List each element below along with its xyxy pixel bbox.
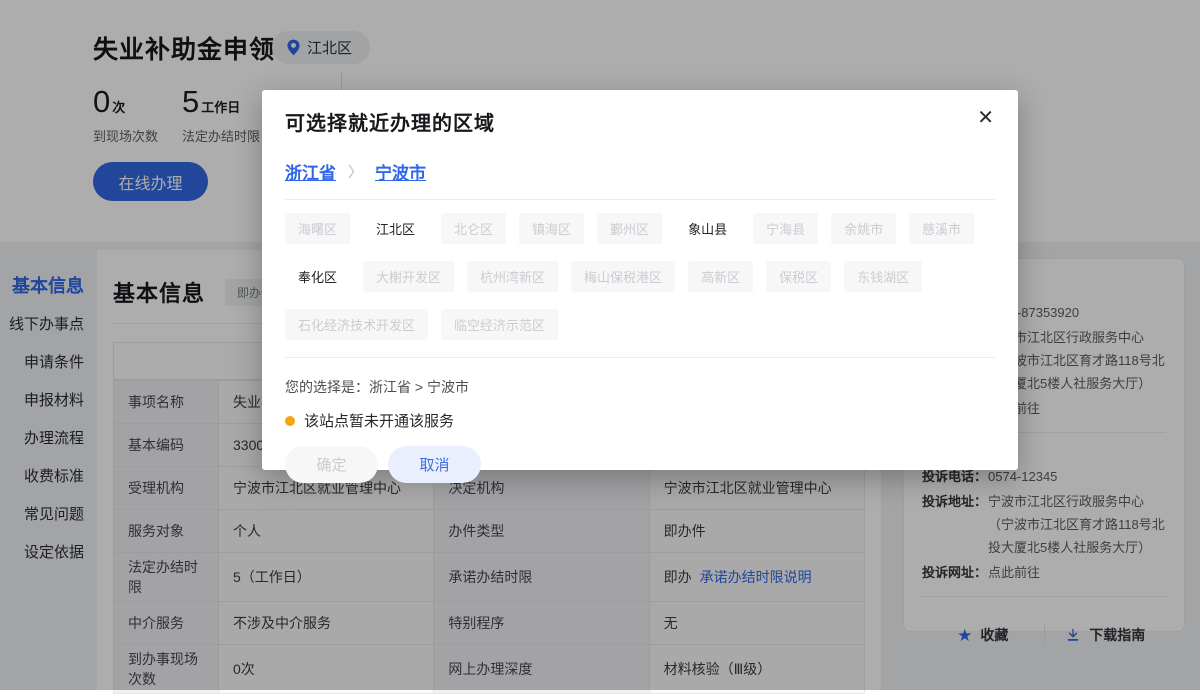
district-button-余姚市: 余姚市 — [831, 213, 896, 244]
district-button-宁海县: 宁海县 — [753, 213, 818, 244]
district-button-象山县[interactable]: 象山县 — [675, 213, 740, 244]
district-button-奉化区[interactable]: 奉化区 — [285, 261, 350, 292]
district-row-0: 海曙区江北区北仑区镇海区鄞州区象山县宁海县余姚市慈溪市 — [285, 213, 995, 244]
selection-text: 您的选择是：浙江省 > 宁波市 — [285, 377, 995, 397]
district-button-石化经济技术开发区: 石化经济技术开发区 — [285, 309, 428, 340]
warning-line: 该站点暂未开通该服务 — [285, 410, 995, 431]
confirm-button[interactable]: 确定 — [285, 446, 378, 483]
breadcrumb-separator: 〉 — [348, 161, 363, 182]
modal-divider-top — [285, 199, 995, 200]
modal-divider-bottom — [285, 357, 995, 358]
close-icon[interactable]: ✕ — [973, 104, 998, 132]
district-button-鄞州区: 鄞州区 — [597, 213, 662, 244]
warning-text: 该站点暂未开通该服务 — [304, 410, 454, 431]
district-button-保税区: 保税区 — [766, 261, 831, 292]
cancel-button[interactable]: 取消 — [388, 446, 481, 483]
district-button-梅山保税港区: 梅山保税港区 — [571, 261, 675, 292]
breadcrumb-province-link[interactable]: 浙江省 — [285, 159, 336, 184]
district-button-大榭开发区: 大榭开发区 — [363, 261, 454, 292]
district-button-海曙区: 海曙区 — [285, 213, 350, 244]
breadcrumb-city-link[interactable]: 宁波市 — [375, 159, 426, 184]
area-breadcrumb: 浙江省 〉 宁波市 — [285, 159, 995, 184]
district-button-杭州湾新区: 杭州湾新区 — [467, 261, 558, 292]
district-grid: 海曙区江北区北仑区镇海区鄞州区象山县宁海县余姚市慈溪市奉化区大榭开发区杭州湾新区… — [285, 213, 995, 340]
warning-dot-icon — [285, 416, 295, 426]
district-row-2: 石化经济技术开发区临空经济示范区 — [285, 309, 995, 340]
district-button-北仑区: 北仑区 — [441, 213, 506, 244]
modal-title: 可选择就近办理的区域 — [285, 90, 995, 136]
district-row-1: 奉化区大榭开发区杭州湾新区梅山保税港区高新区保税区东钱湖区 — [285, 261, 995, 292]
district-button-高新区: 高新区 — [688, 261, 753, 292]
area-select-modal: 可选择就近办理的区域 ✕ 浙江省 〉 宁波市 海曙区江北区北仑区镇海区鄞州区象山… — [262, 90, 1018, 470]
district-button-江北区[interactable]: 江北区 — [363, 213, 428, 244]
modal-actions: 确定 取消 — [285, 446, 995, 483]
screen: 失业补助金申领 江北区 0次到现场次数5工作日法定办结时限即办承诺办结时限 在线… — [0, 0, 1200, 690]
district-button-慈溪市: 慈溪市 — [909, 213, 974, 244]
district-button-东钱湖区: 东钱湖区 — [844, 261, 922, 292]
district-button-镇海区: 镇海区 — [519, 213, 584, 244]
district-button-临空经济示范区: 临空经济示范区 — [441, 309, 558, 340]
